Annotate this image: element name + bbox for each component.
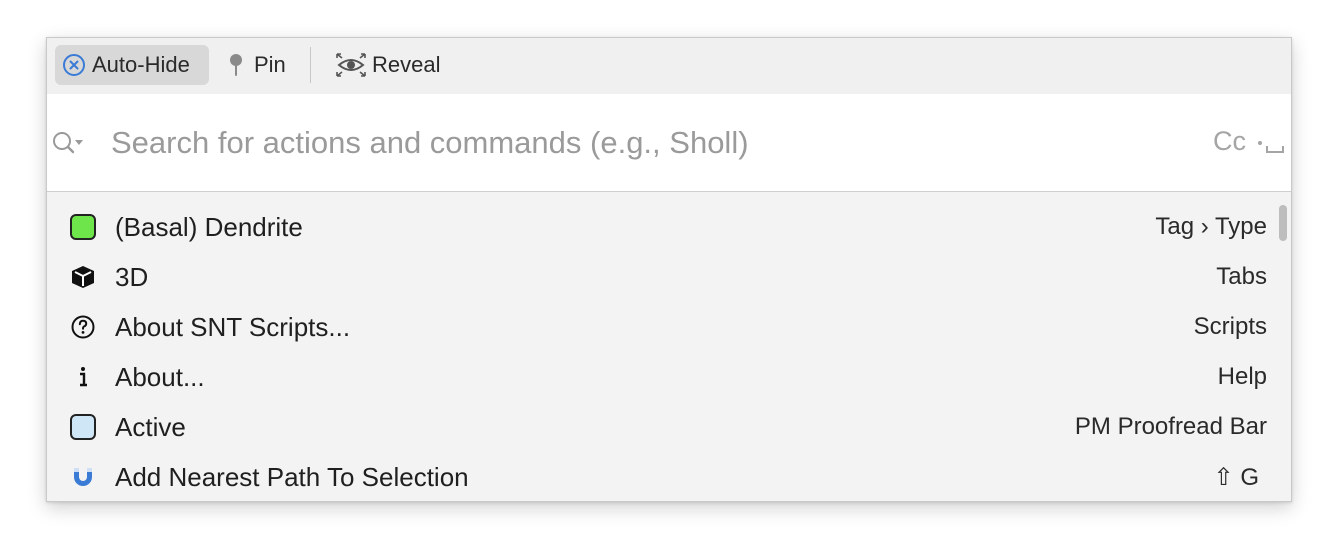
pin-icon <box>223 52 249 78</box>
match-case-toggle[interactable]: Cc <box>1213 126 1246 157</box>
list-item[interactable]: 3D Tabs <box>47 252 1279 302</box>
pin-button[interactable]: Pin <box>219 45 286 85</box>
list-item[interactable]: About... Help <box>47 352 1279 402</box>
info-icon <box>69 363 97 391</box>
list-item-label: About... <box>115 361 205 392</box>
cube-icon <box>69 263 97 291</box>
palette-toolbar: Auto-Hide Pin Reveal <box>47 38 1291 95</box>
command-list: (Basal) Dendrite Tag › Type 3D Tabs Abou… <box>47 192 1291 501</box>
list-item-category: Help <box>1217 363 1267 390</box>
green-swatch-icon <box>69 213 97 241</box>
reveal-label: Reveal <box>372 52 441 77</box>
search-dropdown-icon[interactable] <box>51 130 85 156</box>
list-item-label: About SNT Scripts... <box>115 311 351 342</box>
list-item-label: (Basal) Dendrite <box>115 211 303 242</box>
pin-label: Pin <box>254 52 286 77</box>
list-item-category: Tabs <box>1216 263 1267 290</box>
list-item-category: Scripts <box>1193 313 1267 340</box>
list-item[interactable]: Add Nearest Path To Selection ⇧ G <box>47 452 1279 501</box>
close-circle-icon <box>61 52 87 78</box>
keyboard-shortcut: ⇧ G <box>1213 463 1259 491</box>
list-item[interactable]: Active PM Proofread Bar <box>47 402 1279 452</box>
list-item-label: Add Nearest Path To Selection <box>115 461 469 492</box>
reveal-eye-icon <box>335 52 367 78</box>
list-item[interactable]: (Basal) Dendrite Tag › Type <box>47 202 1279 252</box>
list-scrollbar[interactable] <box>1279 205 1287 241</box>
question-circle-icon <box>69 313 97 341</box>
magnet-icon <box>69 463 97 491</box>
list-item-category: Tag › Type <box>1155 213 1267 240</box>
search-bar: Cc <box>47 94 1291 192</box>
list-item-label: Active <box>115 411 186 442</box>
auto-hide-label: Auto-Hide <box>92 52 190 77</box>
search-input[interactable] <box>111 120 1191 166</box>
command-palette-window: Auto-Hide Pin Reveal Search for actions … <box>46 37 1292 502</box>
reveal-button[interactable]: Reveal <box>335 45 440 85</box>
whitespace-icon[interactable] <box>1257 132 1287 158</box>
light-blue-swatch-icon <box>69 413 97 441</box>
toolbar-separator <box>310 47 311 83</box>
list-item-label: 3D <box>115 261 149 292</box>
list-item-category: PM Proofread Bar <box>1074 413 1267 440</box>
auto-hide-button[interactable]: Auto-Hide <box>55 45 209 85</box>
list-item[interactable]: About SNT Scripts... Scripts <box>47 302 1279 352</box>
